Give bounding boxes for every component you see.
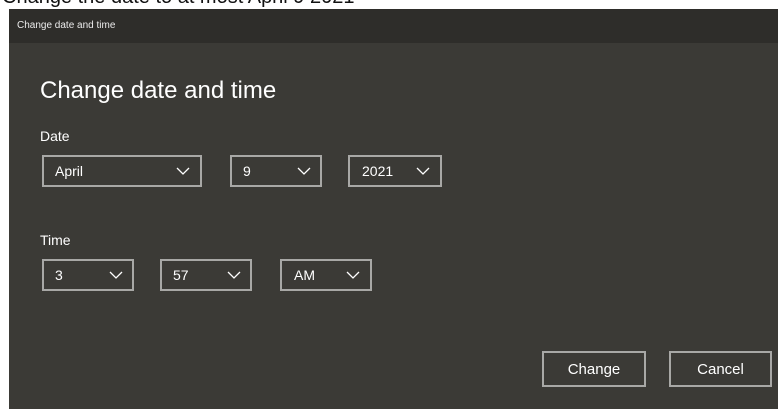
date-label: Date [40, 128, 70, 144]
chevron-down-icon [227, 271, 241, 279]
chevron-down-icon [346, 271, 360, 279]
background-caption: Change the date to at most April 9 2021 [0, 0, 778, 9]
change-date-time-dialog: Change date and time Change date and tim… [9, 9, 778, 409]
chevron-down-icon [297, 167, 311, 175]
month-dropdown[interactable]: April [42, 155, 202, 187]
time-label: Time [40, 232, 71, 248]
chevron-down-icon [109, 271, 123, 279]
title-bar[interactable]: Change date and time [9, 9, 778, 43]
chevron-down-icon [416, 167, 430, 175]
dialog-heading: Change date and time [40, 77, 277, 104]
day-value: 9 [243, 163, 251, 179]
chevron-down-icon [176, 167, 190, 175]
am-pm-dropdown[interactable]: AM [280, 259, 372, 291]
hour-dropdown[interactable]: 3 [42, 259, 134, 291]
month-value: April [55, 163, 84, 179]
change-button[interactable]: Change [542, 351, 646, 387]
background-caption-text: Change the date to at most April 9 2021 [2, 0, 354, 9]
year-value: 2021 [362, 163, 394, 179]
window-title: Change date and time [17, 20, 116, 31]
cancel-button[interactable]: Cancel [669, 351, 772, 387]
minute-dropdown[interactable]: 57 [160, 259, 252, 291]
day-dropdown[interactable]: 9 [230, 155, 322, 187]
hour-value: 3 [55, 267, 63, 283]
minute-value: 57 [173, 267, 189, 283]
am-pm-value: AM [294, 267, 315, 283]
year-dropdown[interactable]: 2021 [348, 155, 442, 187]
